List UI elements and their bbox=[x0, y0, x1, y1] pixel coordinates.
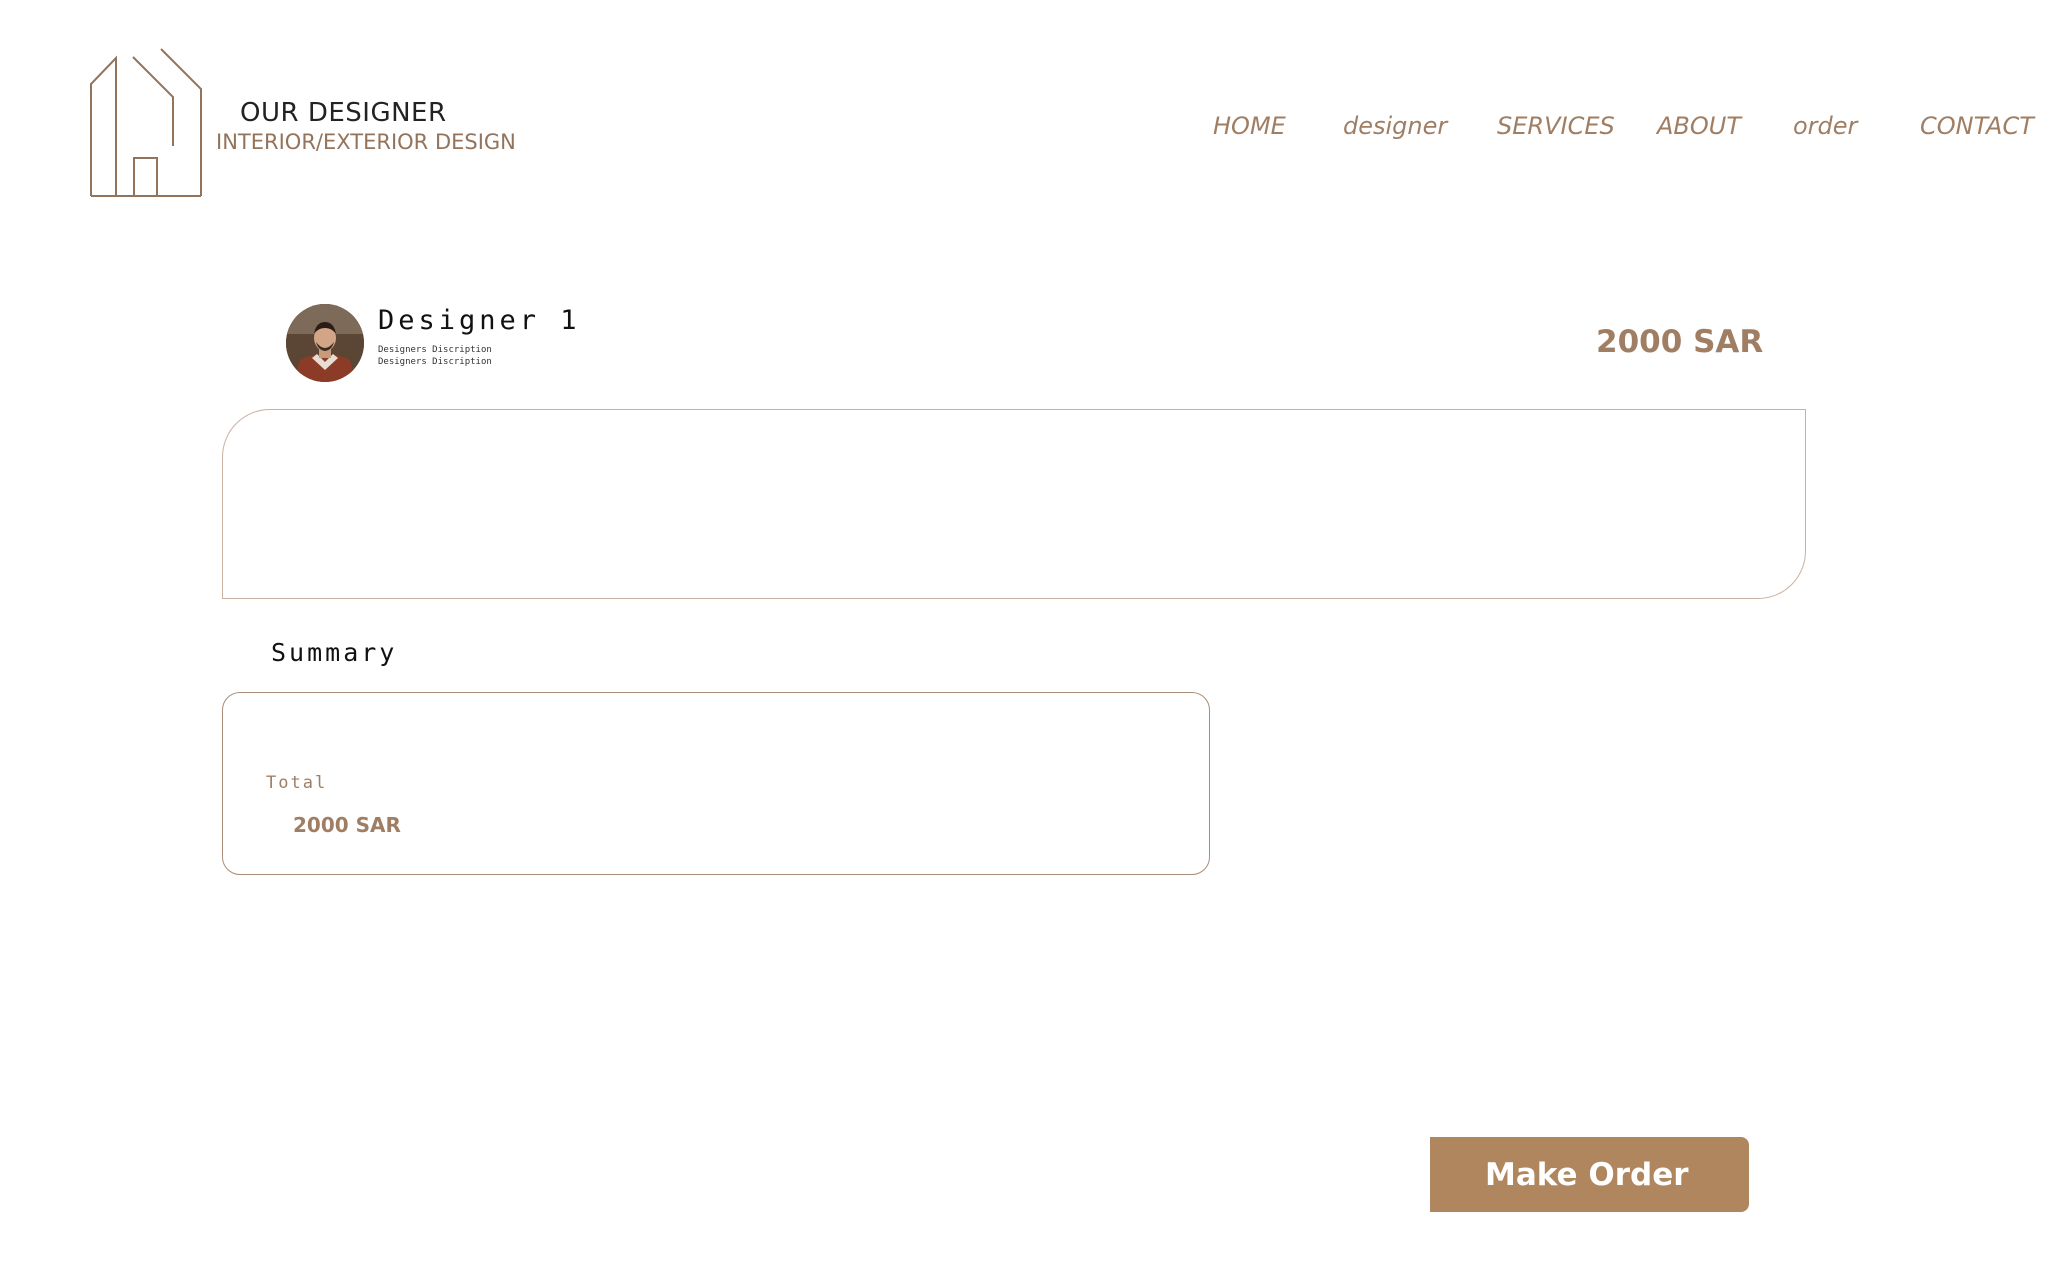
designer-price: 2000 SAR bbox=[1596, 324, 1764, 360]
designer-description-line: Designers Discription bbox=[378, 345, 492, 355]
nav-item-contact[interactable]: CONTACT bbox=[1920, 112, 2034, 140]
order-details-box bbox=[222, 409, 1806, 599]
nav-item-order[interactable]: order bbox=[1793, 112, 1857, 140]
summary-box: Total 2000 SAR bbox=[222, 692, 1210, 875]
designer-avatar bbox=[286, 304, 364, 382]
nav-item-about[interactable]: ABOUT bbox=[1657, 112, 1741, 140]
total-value: 2000 SAR bbox=[293, 813, 401, 837]
nav-item-home[interactable]: HOME bbox=[1213, 112, 1286, 140]
summary-title: Summary bbox=[271, 638, 398, 667]
designer-description: Designers Discription Designers Discript… bbox=[378, 344, 492, 368]
person-photo-icon bbox=[286, 304, 364, 382]
designer-name: Designer 1 bbox=[378, 305, 581, 336]
nav-item-designer[interactable]: designer bbox=[1343, 112, 1447, 140]
make-order-button[interactable]: Make Order bbox=[1430, 1137, 1749, 1212]
nav-item-services[interactable]: SERVICES bbox=[1497, 112, 1615, 140]
total-label: Total bbox=[266, 773, 328, 793]
designer-description-line: Designers Discription bbox=[378, 357, 492, 367]
main-nav: HOME designer SERVICES ABOUT order CONTA… bbox=[0, 112, 2056, 146]
